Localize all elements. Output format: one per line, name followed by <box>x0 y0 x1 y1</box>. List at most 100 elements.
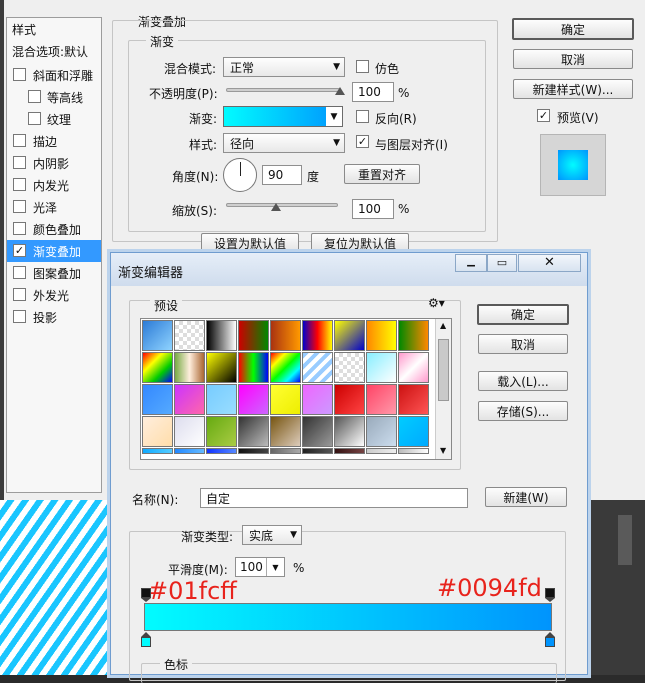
opacity-slider[interactable] <box>226 88 340 92</box>
sidebar-item-8[interactable]: ✓ 渐变叠加 <box>7 240 101 262</box>
preset-swatch[interactable] <box>142 448 173 454</box>
gradient-preview-picker[interactable]: ▼ <box>223 106 343 127</box>
layers-panel-scrollbar[interactable] <box>618 515 632 565</box>
preset-swatch[interactable] <box>142 320 173 351</box>
preset-swatch[interactable] <box>142 384 173 415</box>
sidebar-item-6[interactable]: 光泽 <box>7 196 101 218</box>
preset-swatch[interactable] <box>270 352 301 383</box>
sidebar-item-checkbox[interactable] <box>13 200 26 213</box>
preset-swatch[interactable] <box>366 320 397 351</box>
preset-swatch[interactable] <box>174 448 205 454</box>
preset-swatch[interactable] <box>142 416 173 447</box>
sidebar-item-checkbox[interactable] <box>13 178 26 191</box>
sidebar-item-11[interactable]: 投影 <box>7 306 101 328</box>
preset-swatch[interactable] <box>398 416 429 447</box>
scroll-up-icon[interactable]: ▲ <box>440 321 446 330</box>
sidebar-item-checkbox[interactable]: ✓ <box>13 244 26 257</box>
preset-swatch[interactable] <box>366 448 397 454</box>
scale-slider-thumb[interactable] <box>271 203 282 211</box>
preset-swatch[interactable] <box>206 320 237 351</box>
preset-swatch[interactable] <box>270 416 301 447</box>
sidebar-item-10[interactable]: 外发光 <box>7 284 101 306</box>
preset-swatch[interactable] <box>174 320 205 351</box>
preset-swatch[interactable] <box>334 320 365 351</box>
sidebar-item-checkbox[interactable] <box>13 310 26 323</box>
sidebar-item-1[interactable]: 等高线 <box>7 86 101 108</box>
sidebar-item-checkbox[interactable] <box>28 112 41 125</box>
color-stop-left[interactable] <box>141 632 152 648</box>
preset-swatch[interactable] <box>398 384 429 415</box>
color-stop-right[interactable] <box>545 632 556 648</box>
preset-swatch[interactable] <box>302 416 333 447</box>
preset-swatch[interactable] <box>366 352 397 383</box>
preset-swatch[interactable] <box>270 384 301 415</box>
preset-swatch[interactable] <box>238 448 269 454</box>
opacity-slider-thumb[interactable] <box>335 87 345 95</box>
preset-swatch[interactable] <box>302 352 333 383</box>
sidebar-item-7[interactable]: 颜色叠加 <box>7 218 101 240</box>
preset-swatch[interactable] <box>334 384 365 415</box>
reverse-checkbox[interactable] <box>356 110 369 123</box>
preset-swatch[interactable] <box>174 352 205 383</box>
scroll-down-icon[interactable]: ▼ <box>440 446 446 455</box>
reset-default-button[interactable]: 复位为默认值 <box>311 233 409 253</box>
preset-swatch[interactable] <box>270 448 301 454</box>
preset-swatch[interactable] <box>206 448 237 454</box>
sidebar-item-checkbox[interactable] <box>13 156 26 169</box>
sidebar-item-checkbox[interactable] <box>13 134 26 147</box>
close-button[interactable]: ✕ <box>518 254 581 272</box>
preset-swatch[interactable] <box>206 416 237 447</box>
reset-align-button[interactable]: 重置对齐 <box>344 164 420 184</box>
style-select[interactable]: 径向 ▼ <box>223 133 345 153</box>
angle-input[interactable]: 90 <box>262 165 302 185</box>
preset-swatch[interactable] <box>334 448 365 454</box>
preset-swatch[interactable] <box>238 384 269 415</box>
sidebar-item-checkbox[interactable] <box>13 266 26 279</box>
sidebar-item-2[interactable]: 纹理 <box>7 108 101 130</box>
preset-swatch[interactable] <box>302 448 333 454</box>
preset-swatch[interactable] <box>238 320 269 351</box>
preset-swatch[interactable] <box>238 352 269 383</box>
name-input[interactable]: 自定 <box>200 488 468 508</box>
preset-swatch[interactable] <box>174 384 205 415</box>
preview-checkbox[interactable]: ✓ <box>537 109 550 122</box>
presets-scroll-thumb[interactable] <box>438 339 449 401</box>
preset-swatch[interactable] <box>398 320 429 351</box>
smoothness-input[interactable]: 100 ▼ <box>235 557 285 577</box>
preset-swatch[interactable] <box>398 352 429 383</box>
sidebar-item-checkbox[interactable] <box>13 222 26 235</box>
dither-checkbox[interactable] <box>356 60 369 73</box>
load-button[interactable]: 载入(L)... <box>478 371 568 391</box>
preset-swatch[interactable] <box>366 384 397 415</box>
set-default-button[interactable]: 设置为默认值 <box>201 233 299 253</box>
preset-swatch[interactable] <box>142 352 173 383</box>
align-layer-checkbox[interactable]: ✓ <box>356 135 369 148</box>
preset-swatch[interactable] <box>334 416 365 447</box>
sidebar-item-9[interactable]: 图案叠加 <box>7 262 101 284</box>
sidebar-item-0[interactable]: 斜面和浮雕 <box>7 64 101 86</box>
ok-button[interactable]: 确定 <box>512 18 634 40</box>
gradient-dropdown-arrow[interactable]: ▼ <box>326 107 342 126</box>
sidebar-item-checkbox[interactable] <box>13 68 26 81</box>
scale-slider[interactable] <box>226 203 338 207</box>
preset-swatch[interactable] <box>270 320 301 351</box>
scale-input[interactable]: 100 <box>352 199 394 219</box>
preset-swatch[interactable] <box>206 384 237 415</box>
sidebar-item-5[interactable]: 内发光 <box>7 174 101 196</box>
smoothness-dropdown-icon[interactable]: ▼ <box>266 558 284 576</box>
editor-ok-button[interactable]: 确定 <box>477 304 569 325</box>
gradient-bar[interactable] <box>144 603 552 631</box>
preset-swatch[interactable] <box>174 416 205 447</box>
preset-swatch[interactable] <box>302 320 333 351</box>
sidebar-item-checkbox[interactable] <box>13 288 26 301</box>
blend-mode-select[interactable]: 正常 ▼ <box>223 57 345 77</box>
new-gradient-button[interactable]: 新建(W) <box>485 487 567 507</box>
opacity-stop-right[interactable] <box>545 588 555 602</box>
new-style-button[interactable]: 新建样式(W)... <box>513 79 633 99</box>
save-button[interactable]: 存储(S)... <box>478 401 568 421</box>
editor-cancel-button[interactable]: 取消 <box>478 334 568 354</box>
preset-swatch[interactable] <box>334 352 365 383</box>
maximize-button[interactable]: ▭ <box>487 254 517 272</box>
opacity-stop-left[interactable] <box>141 588 151 602</box>
sidebar-item-checkbox[interactable] <box>28 90 41 103</box>
